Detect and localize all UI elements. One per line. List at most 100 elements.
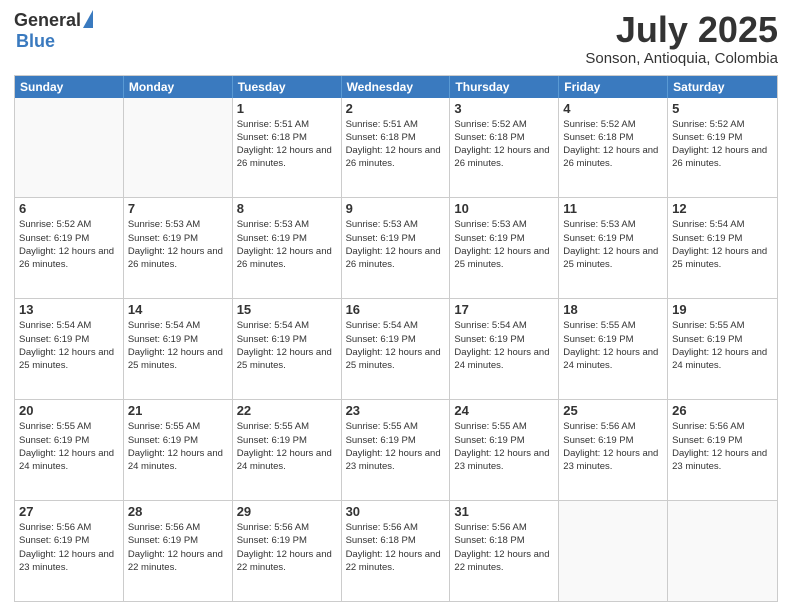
calendar-header-cell: Saturday xyxy=(668,76,777,98)
day-info: Sunrise: 5:55 AM Sunset: 6:19 PM Dayligh… xyxy=(237,420,337,473)
day-info: Sunrise: 5:55 AM Sunset: 6:19 PM Dayligh… xyxy=(346,420,446,473)
day-number: 6 xyxy=(19,201,119,216)
page: General Blue July 2025 Sonson, Antioquia… xyxy=(0,0,792,612)
month-title: July 2025 xyxy=(585,10,778,50)
day-number: 21 xyxy=(128,403,228,418)
calendar-cell: 1 Sunrise: 5:51 AM Sunset: 6:18 PM Daylig… xyxy=(233,98,342,198)
day-info: Sunrise: 5:51 AM Sunset: 6:18 PM Dayligh… xyxy=(237,118,337,171)
calendar-cell: 31Sunrise: 5:56 AM Sunset: 6:18 PM Dayli… xyxy=(450,501,559,601)
calendar-cell: 7 Sunrise: 5:53 AM Sunset: 6:19 PM Daylig… xyxy=(124,198,233,298)
calendar-cell: 30 Sunrise: 5:56 AM Sunset: 6:18 PM Dayli… xyxy=(342,501,451,601)
day-number: 8 xyxy=(237,201,337,216)
day-number: 1 xyxy=(237,101,337,116)
calendar-header-cell: Friday xyxy=(559,76,668,98)
day-info: Sunrise: 5:54 AM Sunset: 6:19 PM Dayligh… xyxy=(128,319,228,372)
day-info: Sunrise: 5:56 AM Sunset: 6:18 PM Dayligh… xyxy=(346,521,446,574)
day-info: Sunrise: 5:52 AM Sunset: 6:19 PM Dayligh… xyxy=(19,218,119,271)
calendar-header-cell: Thursday xyxy=(450,76,559,98)
day-number: 29 xyxy=(237,504,337,519)
calendar-header-cell: Monday xyxy=(124,76,233,98)
calendar-cell: 18 Sunrise: 5:55 AM Sunset: 6:19 PM Dayli… xyxy=(559,299,668,399)
day-number: 23 xyxy=(346,403,446,418)
title-area: July 2025 Sonson, Antioquia, Colombia xyxy=(585,10,778,67)
calendar-header-row: SundayMondayTuesdayWednesdayThursdayFrid… xyxy=(15,76,777,98)
day-number: 5 xyxy=(672,101,773,116)
day-info: Sunrise: 5:53 AM Sunset: 6:19 PM Dayligh… xyxy=(563,218,663,271)
day-number: 22 xyxy=(237,403,337,418)
calendar-cell: 26Sunrise: 5:56 AM Sunset: 6:19 PM Dayli… xyxy=(668,400,777,500)
logo-blue-text: Blue xyxy=(16,31,55,52)
day-info: Sunrise: 5:53 AM Sunset: 6:19 PM Dayligh… xyxy=(454,218,554,271)
day-info: Sunrise: 5:56 AM Sunset: 6:19 PM Dayligh… xyxy=(563,420,663,473)
day-number: 17 xyxy=(454,302,554,317)
calendar-cell: 12 Sunrise: 5:54 AM Sunset: 6:19 PM Dayli… xyxy=(668,198,777,298)
logo-general-text: General xyxy=(14,10,81,31)
day-number: 18 xyxy=(563,302,663,317)
calendar-cell: 21 Sunrise: 5:55 AM Sunset: 6:19 PM Dayli… xyxy=(124,400,233,500)
day-number: 30 xyxy=(346,504,446,519)
calendar-header-cell: Wednesday xyxy=(342,76,451,98)
day-number: 19 xyxy=(672,302,773,317)
calendar-cell: 24 Sunrise: 5:55 AM Sunset: 6:19 PM Dayli… xyxy=(450,400,559,500)
calendar-cell: 28 Sunrise: 5:56 AM Sunset: 6:19 PM Dayli… xyxy=(124,501,233,601)
calendar-cell: 4 Sunrise: 5:52 AM Sunset: 6:18 PM Daylig… xyxy=(559,98,668,198)
day-number: 14 xyxy=(128,302,228,317)
day-info: Sunrise: 5:53 AM Sunset: 6:19 PM Dayligh… xyxy=(346,218,446,271)
logo-triangle-icon xyxy=(83,10,93,28)
day-info: Sunrise: 5:54 AM Sunset: 6:19 PM Dayligh… xyxy=(237,319,337,372)
calendar-cell xyxy=(124,98,233,198)
day-number: 3 xyxy=(454,101,554,116)
calendar-cell: 16Sunrise: 5:54 AM Sunset: 6:19 PM Dayli… xyxy=(342,299,451,399)
day-number: 24 xyxy=(454,403,554,418)
day-number: 4 xyxy=(563,101,663,116)
calendar-cell: 20Sunrise: 5:55 AM Sunset: 6:19 PM Dayli… xyxy=(15,400,124,500)
day-info: Sunrise: 5:53 AM Sunset: 6:19 PM Dayligh… xyxy=(237,218,337,271)
day-number: 9 xyxy=(346,201,446,216)
calendar-cell: 23 Sunrise: 5:55 AM Sunset: 6:19 PM Dayli… xyxy=(342,400,451,500)
day-number: 13 xyxy=(19,302,119,317)
calendar-body: 1 Sunrise: 5:51 AM Sunset: 6:18 PM Daylig… xyxy=(15,98,777,601)
calendar-row: 13 Sunrise: 5:54 AM Sunset: 6:19 PM Dayli… xyxy=(15,299,777,400)
calendar-cell: 14 Sunrise: 5:54 AM Sunset: 6:19 PM Dayli… xyxy=(124,299,233,399)
calendar-header-cell: Tuesday xyxy=(233,76,342,98)
calendar-cell: 11 Sunrise: 5:53 AM Sunset: 6:19 PM Dayli… xyxy=(559,198,668,298)
day-number: 16 xyxy=(346,302,446,317)
calendar-cell: 2Sunrise: 5:51 AM Sunset: 6:18 PM Daylig… xyxy=(342,98,451,198)
calendar-cell: 10 Sunrise: 5:53 AM Sunset: 6:19 PM Dayli… xyxy=(450,198,559,298)
day-info: Sunrise: 5:53 AM Sunset: 6:19 PM Dayligh… xyxy=(128,218,228,271)
calendar: SundayMondayTuesdayWednesdayThursdayFrid… xyxy=(14,75,778,602)
day-number: 11 xyxy=(563,201,663,216)
calendar-cell: 17Sunrise: 5:54 AM Sunset: 6:19 PM Dayli… xyxy=(450,299,559,399)
calendar-cell: 9 Sunrise: 5:53 AM Sunset: 6:19 PM Daylig… xyxy=(342,198,451,298)
day-info: Sunrise: 5:55 AM Sunset: 6:19 PM Dayligh… xyxy=(563,319,663,372)
calendar-cell xyxy=(668,501,777,601)
day-number: 20 xyxy=(19,403,119,418)
day-info: Sunrise: 5:52 AM Sunset: 6:18 PM Dayligh… xyxy=(454,118,554,171)
day-number: 25 xyxy=(563,403,663,418)
calendar-cell: 6 Sunrise: 5:52 AM Sunset: 6:19 PM Daylig… xyxy=(15,198,124,298)
calendar-cell: 5 Sunrise: 5:52 AM Sunset: 6:19 PM Daylig… xyxy=(668,98,777,198)
day-number: 2 xyxy=(346,101,446,116)
calendar-cell: 22 Sunrise: 5:55 AM Sunset: 6:19 PM Dayli… xyxy=(233,400,342,500)
day-number: 28 xyxy=(128,504,228,519)
calendar-row: 20 Sunrise: 5:55 AM Sunset: 6:19 PM Dayli… xyxy=(15,400,777,501)
day-info: Sunrise: 5:56 AM Sunset: 6:18 PM Dayligh… xyxy=(454,521,554,574)
calendar-row: 27 Sunrise: 5:56 AM Sunset: 6:19 PM Dayli… xyxy=(15,501,777,601)
day-info: Sunrise: 5:56 AM Sunset: 6:19 PM Dayligh… xyxy=(128,521,228,574)
calendar-cell: 13 Sunrise: 5:54 AM Sunset: 6:19 PM Dayli… xyxy=(15,299,124,399)
day-number: 15 xyxy=(237,302,337,317)
day-info: Sunrise: 5:54 AM Sunset: 6:19 PM Dayligh… xyxy=(19,319,119,372)
calendar-cell: 25 Sunrise: 5:56 AM Sunset: 6:19 PM Dayli… xyxy=(559,400,668,500)
calendar-cell: 27Sunrise: 5:56 AM Sunset: 6:19 PM Dayli… xyxy=(15,501,124,601)
day-info: Sunrise: 5:52 AM Sunset: 6:18 PM Dayligh… xyxy=(563,118,663,171)
day-info: Sunrise: 5:54 AM Sunset: 6:19 PM Dayligh… xyxy=(672,218,773,271)
calendar-header-cell: Sunday xyxy=(15,76,124,98)
day-number: 10 xyxy=(454,201,554,216)
day-number: 12 xyxy=(672,201,773,216)
location-title: Sonson, Antioquia, Colombia xyxy=(585,50,778,67)
day-info: Sunrise: 5:55 AM Sunset: 6:19 PM Dayligh… xyxy=(128,420,228,473)
day-number: 7 xyxy=(128,201,228,216)
day-info: Sunrise: 5:52 AM Sunset: 6:19 PM Dayligh… xyxy=(672,118,773,171)
day-number: 27 xyxy=(19,504,119,519)
day-info: Sunrise: 5:55 AM Sunset: 6:19 PM Dayligh… xyxy=(454,420,554,473)
